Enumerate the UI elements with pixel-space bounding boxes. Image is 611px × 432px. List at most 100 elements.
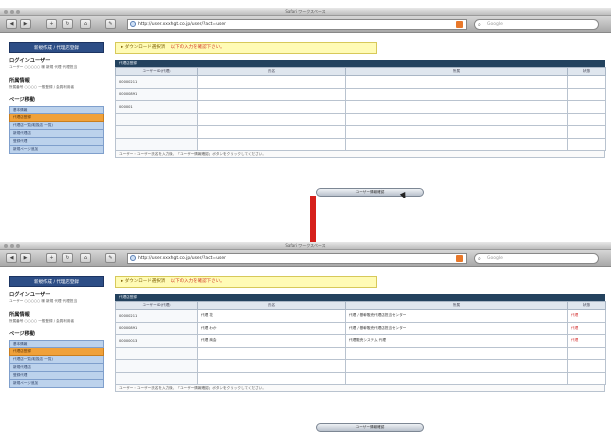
sidebar-item-registered[interactable]: 登録代理 [9,372,104,381]
column-header-affiliation: 所属 [345,301,568,310]
sidebar-item-basic-info[interactable]: 基本情報 [9,106,104,115]
notice-label: ▸ ダウンロード選択済 [121,45,166,50]
status-cell [567,359,606,373]
status-cell [567,371,606,385]
sidebar-item-new-agency[interactable]: 新規代理店 [9,364,104,373]
window-title: Safari ワークスペース [285,9,326,14]
status-cell: 代理 [567,334,606,348]
main-content: ▸ ダウンロード選択済 以下の入力を確認下さい。 代理店登録 ユーザーID(代理… [115,42,606,158]
userid-input[interactable] [115,346,198,360]
sidebar-header: 新規作成 / 代理店登録 [9,276,104,287]
userid-input[interactable] [115,371,198,385]
window-titlebar: Safari ワークスペース [0,8,611,16]
sidebar-item-registered[interactable]: 登録代理 [9,138,104,147]
userid-input[interactable]: 00000211 [115,75,198,89]
table-row [115,371,606,385]
table-row [115,346,606,360]
add-bookmark-button[interactable]: + [46,19,57,29]
table-row [115,112,606,126]
back-button[interactable]: ◀ [6,253,17,263]
table-row: 00000891 [115,87,606,101]
name-cell [197,112,346,126]
confirm-user-button[interactable]: ユーザー情報確認 [316,423,424,432]
rss-icon[interactable] [456,21,463,28]
userid-input[interactable]: 00000211 [115,309,198,323]
company-info-text: 所属番号 ○○○○ 一般登録 / 会員利用者 [9,84,75,89]
globe-icon [130,255,136,261]
notice-link[interactable]: 以下の入力を確認下さい。 [171,45,225,50]
url-text: http://user.xxxhgt.co.jp/user/?act=user [138,22,227,27]
confirm-user-button[interactable]: ユーザー情報確認 [316,188,424,197]
login-user-text: ユーザー ○○○○○ 様 新規 代理 代理担当 [9,65,78,69]
search-input[interactable]: ⌕ Google [474,253,599,264]
home-button[interactable]: ⌂ [80,19,91,29]
sidebar-item-agency-register[interactable]: 代理店登録 [9,348,104,357]
reload-button[interactable]: ↻ [62,253,73,263]
userid-input[interactable]: 00000891 [115,321,198,335]
affiliation-cell: 代理 / 基幹販売代理店担当センター [345,321,568,335]
screenshot-after: Safari ワークスペース ◀ ▶ + ↻ ⌂ ✎ http://user.x… [0,242,611,432]
instruction-text: ユーザー・ユーザー氏名を入力後、「ユーザー情報確認」ボタンをクリックしてください… [115,385,605,392]
sidebar-item-new-agency[interactable]: 新規代理店 [9,130,104,139]
table-row: 000001 [115,100,606,114]
name-cell: 代理 わか [197,321,346,335]
affiliation-cell: 代理 / 基幹販売代理店担当センター [345,309,568,323]
userid-input[interactable]: 000001 [115,100,198,114]
reload-button[interactable]: ↻ [62,19,73,29]
notice-banner: ▸ ダウンロード選択済 以下の入力を確認下さい。 [115,42,377,54]
userid-input[interactable] [115,137,198,151]
search-icon: ⌕ [478,256,481,262]
status-cell: 代理 [567,321,606,335]
sidebar-item-new-page[interactable]: 新規ページ追加 [9,380,104,389]
instruction-text: ユーザー・ユーザー氏名を入力後、「ユーザー情報確認」ボタンをクリックしてください… [115,151,605,158]
sidebar-item-basic-info[interactable]: 基本情報 [9,340,104,349]
table-row: 00000211 [115,75,606,89]
search-icon: ⌕ [478,22,481,28]
home-button[interactable]: ⌂ [80,253,91,263]
status-cell [567,346,606,360]
name-cell [197,359,346,373]
user-table: ユーザーID(代理) 氏名 所属 状態 00000211 00000891 00… [115,67,606,151]
sidebar-item-agency-list[interactable]: 代理店一覧(取扱店 一覧) [9,122,104,131]
url-bar[interactable]: http://user.xxxhgt.co.jp/user/?act=user [127,19,467,30]
forward-button[interactable]: ▶ [20,253,31,263]
name-cell [197,100,346,114]
name-cell [197,125,346,139]
name-cell [197,137,346,151]
page-nav-title: ページ移動 [9,331,35,338]
sidebar-item-agency-register[interactable]: 代理店登録 [9,114,104,123]
userid-input[interactable] [115,359,198,373]
column-header-status: 状態 [567,301,606,310]
edit-button[interactable]: ✎ [105,19,116,29]
back-button[interactable]: ◀ [6,19,17,29]
page-nav-title: ページ移動 [9,97,35,104]
userid-input[interactable] [115,125,198,139]
browser-toolbar: ◀ ▶ + ↻ ⌂ ✎ http://user.xxxhgt.co.jp/use… [0,16,611,33]
column-header-name: 氏名 [197,67,346,76]
login-user-title: ログインユーザー [9,58,51,64]
column-header-userid: ユーザーID(代理) [115,301,198,310]
affiliation-cell [345,75,568,89]
url-bar[interactable]: http://user.xxxhgt.co.jp/user/?act=user [127,253,467,264]
table-row: 00000891 代理 わか 代理 / 基幹販売代理店担当センター 代理 [115,321,606,335]
search-placeholder: Google [487,22,503,27]
search-input[interactable]: ⌕ Google [474,19,599,30]
notice-link[interactable]: 以下の入力を確認下さい。 [171,279,225,284]
sidebar-header: 新規作成 / 代理店登録 [9,42,104,53]
table-title: 代理店登録 [115,60,605,67]
window-title: Safari ワークスペース [285,243,326,248]
company-info-title: 所属情報 [9,77,30,84]
edit-button[interactable]: ✎ [105,253,116,263]
add-bookmark-button[interactable]: + [46,253,57,263]
userid-input[interactable]: 00000891 [115,87,198,101]
userid-input[interactable] [115,112,198,126]
affiliation-cell [345,371,568,385]
sidebar-item-new-page[interactable]: 新規ページ追加 [9,146,104,155]
sidebar-item-agency-list[interactable]: 代理店一覧(取扱店 一覧) [9,356,104,365]
rss-icon[interactable] [456,255,463,262]
forward-button[interactable]: ▶ [20,19,31,29]
url-text: http://user.xxxhgt.co.jp/user/?act=user [138,256,227,261]
userid-input[interactable]: 00000013 [115,334,198,348]
name-cell [197,346,346,360]
sidebar: 新規作成 / 代理店登録 ログインユーザー ユーザー ○○○○○ 様 新規 代理… [9,276,104,389]
